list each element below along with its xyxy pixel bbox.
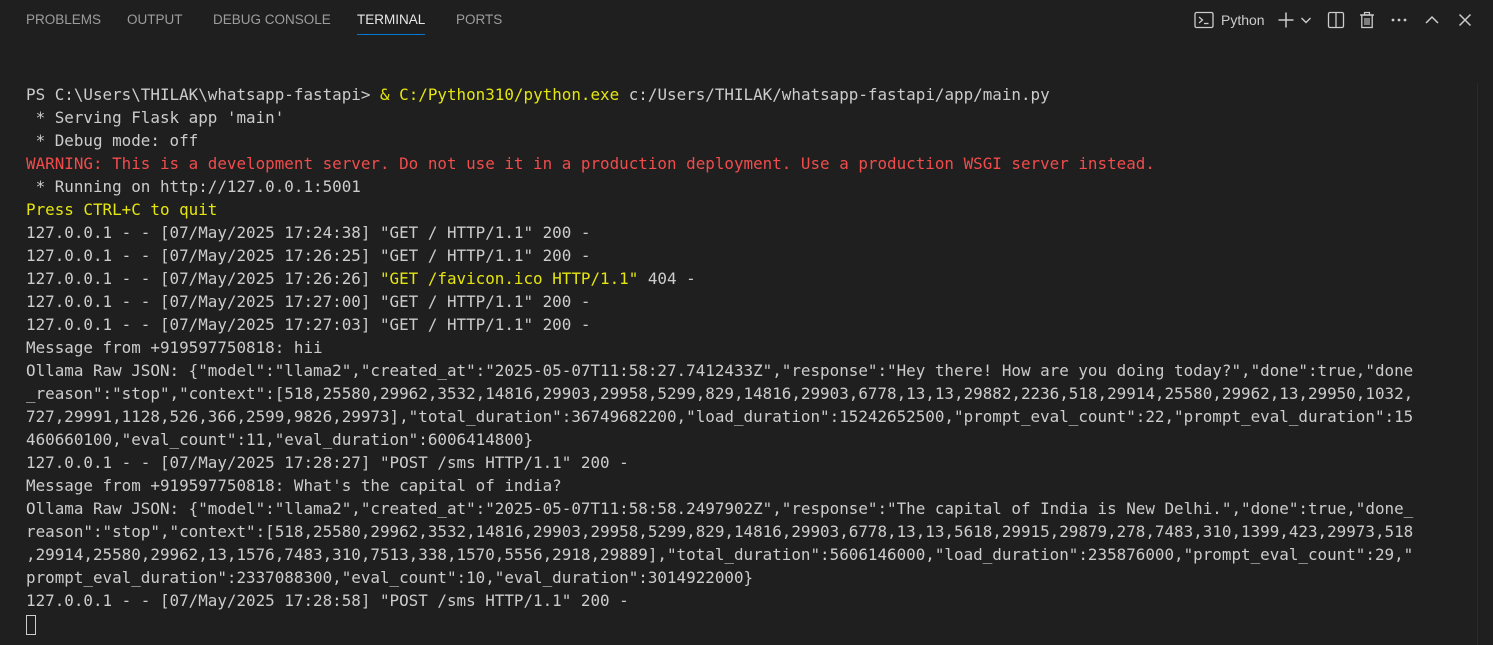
quit-hint-line: Press CTRL+C to quit — [26, 200, 218, 219]
terminal-profile-label: Python — [1221, 12, 1265, 28]
command-line: PS C:\Users\THILAK\whatsapp-fastapi> & C… — [26, 83, 1478, 106]
json-line: ,29914,25580,29962,13,1576,7483,310,7513… — [26, 545, 1414, 564]
maximize-panel-button[interactable] — [1420, 8, 1444, 32]
tab-problems[interactable]: PROBLEMS — [26, 0, 101, 40]
tab-debug-console[interactable]: DEBUG CONSOLE — [213, 0, 331, 40]
terminal-output[interactable]: PS C:\Users\THILAK\whatsapp-fastapi> & C… — [26, 83, 1478, 635]
plus-icon — [1277, 11, 1295, 29]
close-icon — [1457, 12, 1473, 28]
log-line: 127.0.0.1 - - [07/May/2025 17:24:38] "GE… — [26, 223, 591, 242]
tab-terminal[interactable]: TERMINAL — [357, 0, 426, 40]
terminal-scrollbar[interactable] — [1477, 83, 1493, 645]
panel-header: PROBLEMS OUTPUT DEBUG CONSOLE TERMINAL P… — [0, 0, 1493, 40]
json-line: prompt_eval_duration":2337088300,"eval_c… — [26, 568, 754, 587]
output-line: * Serving Flask app 'main' — [26, 108, 285, 127]
json-line: _reason":"stop","context":[518,25580,299… — [26, 384, 1414, 403]
log-line-favicon: 127.0.0.1 - - [07/May/2025 17:26:26] "GE… — [26, 267, 1478, 290]
message-line: Message from +919597750818: What's the c… — [26, 476, 562, 495]
output-line: * Debug mode: off — [26, 131, 199, 150]
json-line: Ollama Raw JSON: {"model":"llama2","crea… — [26, 361, 1414, 380]
command-executable: C:/Python310/python.exe — [399, 85, 620, 104]
json-line: Ollama Raw JSON: {"model":"llama2","crea… — [26, 499, 1414, 518]
log-request: "GET /favicon.ico HTTP/1.1" — [379, 269, 639, 288]
terminal-icon — [1194, 11, 1214, 29]
log-line: 127.0.0.1 - - [07/May/2025 17:27:03] "GE… — [26, 315, 591, 334]
message-line: Message from +919597750818: hii — [26, 338, 323, 357]
log-line: 127.0.0.1 - - [07/May/2025 17:28:58] "PO… — [26, 591, 629, 610]
close-panel-button[interactable] — [1453, 8, 1477, 32]
log-prefix: 127.0.0.1 - - [07/May/2025 17:26:26] — [26, 269, 380, 288]
more-actions-button[interactable] — [1387, 8, 1411, 32]
log-line: 127.0.0.1 - - [07/May/2025 17:26:25] "GE… — [26, 246, 591, 265]
terminal-prompt: PS C:\Users\THILAK\whatsapp-fastapi> — [26, 85, 380, 104]
log-line: 127.0.0.1 - - [07/May/2025 17:27:00] "GE… — [26, 292, 591, 311]
tab-ports[interactable]: PORTS — [456, 0, 502, 40]
launch-profile-dropdown[interactable] — [1299, 8, 1313, 32]
terminal-profile-button[interactable]: Python — [1194, 8, 1268, 32]
input-line[interactable] — [26, 612, 1478, 635]
new-terminal-button[interactable] — [1276, 8, 1296, 32]
split-terminal-button[interactable] — [1324, 8, 1348, 32]
output-line: * Running on http://127.0.0.1:5001 — [26, 177, 361, 196]
more-icon — [1390, 11, 1408, 29]
kill-terminal-button[interactable] — [1355, 8, 1379, 32]
command-argument: c:/Users/THILAK/whatsapp-fastapi/app/mai… — [619, 85, 1050, 104]
warning-line: WARNING: This is a development server. D… — [26, 154, 1155, 173]
terminal-cursor — [26, 615, 36, 635]
split-icon — [1327, 11, 1345, 29]
json-line: 727,29991,1128,526,366,2599,9826,29973],… — [26, 407, 1414, 426]
chevron-down-icon — [1300, 15, 1312, 25]
log-line: 127.0.0.1 - - [07/May/2025 17:28:27] "PO… — [26, 453, 629, 472]
trash-icon — [1358, 11, 1376, 29]
log-status: 404 - — [638, 269, 696, 288]
command-operator: & — [379, 85, 400, 104]
json-line: reason":"stop","context":[518,25580,2996… — [26, 522, 1414, 541]
tab-output[interactable]: OUTPUT — [127, 0, 183, 40]
chevron-up-icon — [1424, 12, 1440, 28]
json-line: 460660100,"eval_count":11,"eval_duration… — [26, 430, 534, 449]
